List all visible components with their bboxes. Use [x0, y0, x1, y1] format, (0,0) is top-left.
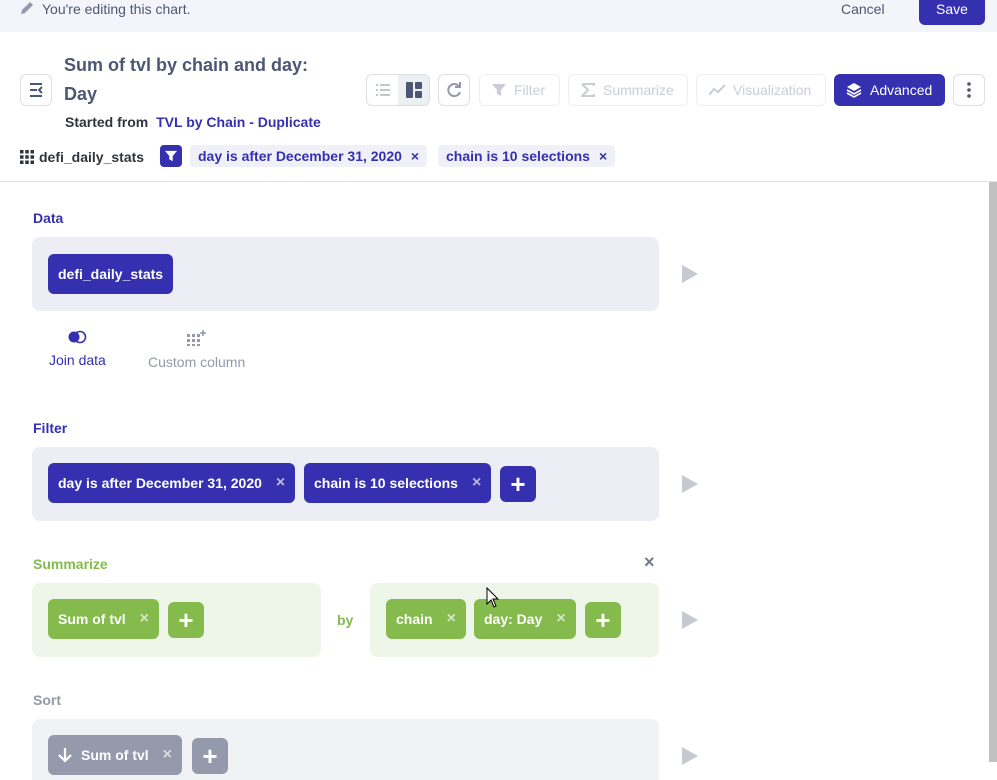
editing-message: You're editing this chart. [42, 1, 191, 17]
filter-pill-label: chain is 10 selections [314, 475, 458, 491]
summarize-step-label: Summarize [33, 556, 108, 572]
sort-pill[interactable]: Sum of tvl × [48, 735, 183, 775]
sidebar-toggle-icon [30, 83, 43, 97]
save-button[interactable]: Save [919, 0, 985, 25]
filter-icon [165, 150, 177, 162]
plus-icon: + [202, 740, 218, 771]
sort-step-label: Sort [33, 692, 61, 708]
close-icon[interactable]: × [140, 610, 149, 628]
mouse-cursor-icon [486, 587, 500, 608]
edit-bar: You're editing this chart. Cancel Save [0, 0, 997, 32]
list-icon [375, 84, 390, 96]
started-from-link[interactable]: TVL by Chain - Duplicate [156, 114, 321, 130]
metric-pill-label: Sum of tvl [58, 611, 126, 627]
filter-pill[interactable]: chain is 10 selections × [304, 463, 492, 503]
layers-icon [846, 83, 862, 98]
list-view-button[interactable] [367, 75, 398, 105]
filter-step-box: day is after December 31, 2020 × chain i… [32, 447, 659, 521]
close-icon[interactable]: × [599, 148, 607, 164]
notebook-view-button[interactable] [398, 75, 429, 105]
close-icon[interactable]: × [644, 552, 655, 573]
refresh-icon [447, 82, 461, 98]
filter-button-label: Filter [514, 82, 546, 98]
header-divider [0, 181, 997, 182]
kebab-icon [967, 82, 971, 98]
sort-step-box: Sum of tvl × + [32, 719, 659, 780]
summarize-button-label: Summarize [603, 82, 674, 98]
custom-column-label: Custom column [148, 354, 246, 370]
preview-play-icon[interactable] [682, 265, 698, 283]
save-button-label: Save [936, 1, 968, 17]
layout-icon [405, 82, 422, 98]
data-step-label: Data [33, 210, 64, 226]
scrollbar[interactable] [989, 182, 997, 762]
filter-toggle-button[interactable] [160, 145, 182, 167]
summarize-button[interactable]: Summarize [568, 74, 688, 106]
data-table-name: defi_daily_stats [58, 266, 164, 282]
sidebar-toggle-button[interactable] [20, 74, 52, 106]
plus-icon: + [595, 604, 611, 635]
add-breakout-button[interactable]: + [585, 602, 621, 638]
close-icon[interactable]: × [556, 610, 565, 628]
filter-pill-label: day is after December 31, 2020 [58, 475, 262, 491]
source-table[interactable]: defi_daily_stats [20, 146, 144, 168]
close-icon[interactable]: × [447, 610, 456, 628]
view-toggle [366, 74, 430, 106]
add-filter-button[interactable]: + [500, 466, 536, 502]
breakout-pill-label: chain [396, 611, 433, 627]
close-icon[interactable]: × [411, 148, 419, 164]
header-filter-pill[interactable]: day is after December 31, 2020 × [190, 145, 428, 167]
table-grid-icon [20, 150, 34, 164]
close-icon[interactable]: × [163, 746, 172, 764]
visualization-button[interactable]: Visualization [696, 74, 826, 106]
add-sort-button[interactable]: + [192, 738, 228, 774]
add-metric-button[interactable]: + [168, 602, 204, 638]
summarize-metrics-box: Sum of tvl × + [32, 583, 321, 657]
summarize-breakout-box: chain × day: Day × + [370, 583, 659, 657]
visualization-button-label: Visualization [733, 82, 812, 98]
sort-pill-label: Sum of tvl [81, 747, 149, 763]
source-table-name: defi_daily_stats [39, 149, 145, 165]
close-icon[interactable]: × [276, 474, 285, 492]
custom-column-icon [186, 330, 206, 346]
data-table-pill[interactable]: defi_daily_stats [48, 254, 174, 294]
line-chart-icon [709, 84, 725, 96]
advanced-button[interactable]: Advanced [834, 74, 945, 106]
cancel-button[interactable]: Cancel [841, 1, 885, 17]
plus-icon: + [510, 468, 526, 499]
refresh-button[interactable] [438, 74, 470, 106]
filter-icon [492, 84, 506, 96]
close-icon[interactable]: × [472, 474, 481, 492]
header-filter-pill[interactable]: chain is 10 selections × [438, 145, 616, 167]
pencil-icon [21, 2, 33, 14]
arrow-down-icon [58, 748, 72, 763]
preview-play-icon[interactable] [682, 747, 698, 765]
data-step-box: defi_daily_stats [32, 237, 659, 311]
custom-column-button[interactable]: Custom column [148, 330, 245, 370]
filter-pill[interactable]: day is after December 31, 2020 × [48, 463, 296, 503]
preview-play-icon[interactable] [682, 611, 698, 629]
breakout-pill-label: day: Day [484, 611, 543, 627]
page-title: Sum of tvl by chain and day: Day [64, 55, 309, 104]
filter-step-label: Filter [33, 420, 68, 436]
metric-pill[interactable]: Sum of tvl × [48, 599, 160, 639]
by-label: by [337, 612, 354, 628]
header-filter-label: chain is 10 selections [446, 148, 590, 164]
started-from-label: Started from [65, 114, 149, 130]
sigma-icon [581, 83, 595, 97]
preview-play-icon[interactable] [682, 475, 698, 493]
join-data-button[interactable]: Join data [49, 330, 106, 368]
filter-button[interactable]: Filter [479, 74, 560, 106]
breakout-pill[interactable]: chain × [386, 599, 466, 639]
join-data-label: Join data [49, 352, 106, 368]
join-icon [68, 330, 87, 344]
started-from: Started from TVL by Chain - Duplicate [65, 114, 321, 130]
more-options-button[interactable] [953, 74, 985, 106]
plus-icon: + [178, 604, 194, 635]
header-filter-label: day is after December 31, 2020 [198, 148, 402, 164]
advanced-button-label: Advanced [870, 82, 933, 98]
